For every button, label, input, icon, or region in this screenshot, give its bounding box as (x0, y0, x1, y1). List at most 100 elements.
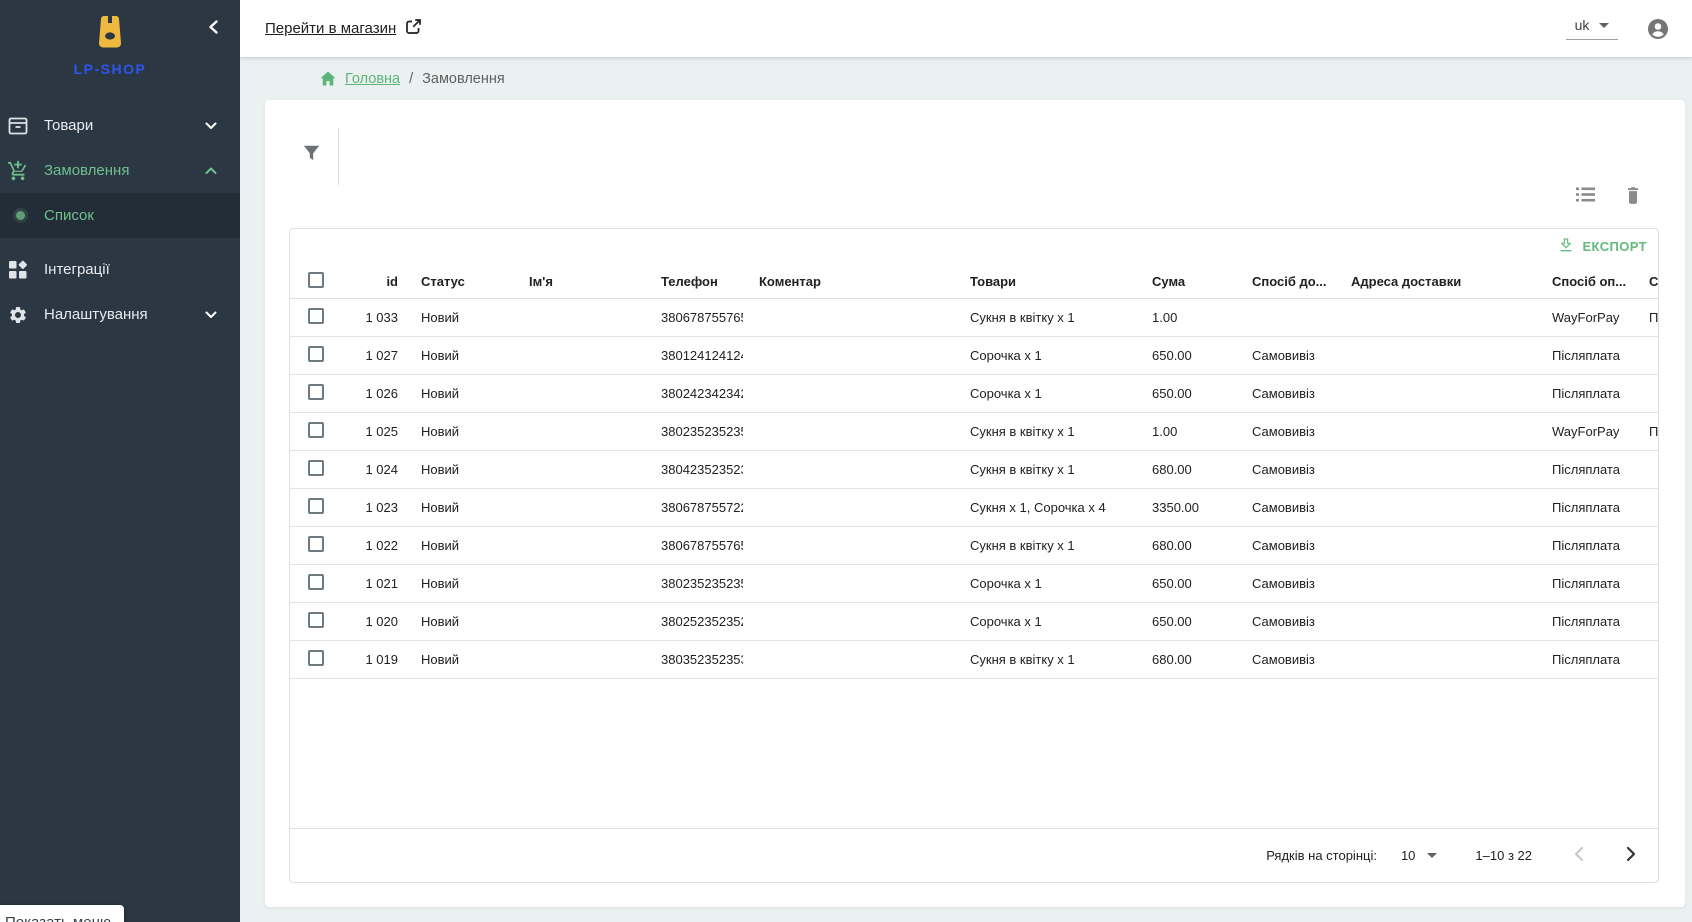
table-row: 1 033Новий380678755765Сукня в квітку x 1… (290, 298, 1659, 336)
cell-address (1335, 640, 1536, 678)
cell-name (513, 450, 645, 488)
cell-comment (743, 488, 954, 526)
row-checkbox[interactable] (308, 422, 324, 438)
cell-sum: 3350.00 (1136, 488, 1236, 526)
rows-per-page-select[interactable]: 10 (1401, 848, 1437, 863)
sidebar-item-orders-list[interactable]: Список (0, 193, 240, 238)
cell-products: Сукня в квітку x 1 (954, 640, 1136, 678)
sidebar: LP-SHOP Товари Замовлення Список (0, 0, 240, 922)
cell-comment (743, 336, 954, 374)
row-checkbox[interactable] (308, 384, 324, 400)
row-checkbox[interactable] (308, 612, 324, 628)
account-avatar-icon[interactable] (1646, 17, 1670, 41)
row-checkbox[interactable] (308, 346, 324, 362)
cell-address (1335, 298, 1536, 336)
chevron-down-icon (205, 306, 217, 324)
cell-phone: 380678755765 (645, 526, 743, 564)
cell-phone: 380252352352 (645, 602, 743, 640)
cell-sum: 680.00 (1136, 640, 1236, 678)
main-area: Перейти в магазин uk Головна / Замовленн… (240, 0, 1692, 922)
language-select[interactable]: uk (1566, 17, 1618, 40)
list-icon (1576, 187, 1595, 205)
cell-products: Сукня в квітку x 1 (954, 450, 1136, 488)
row-checkbox-cell (290, 602, 341, 640)
row-checkbox[interactable] (308, 650, 324, 666)
row-checkbox[interactable] (308, 536, 324, 552)
delete-button[interactable] (1621, 184, 1645, 208)
table-row: 1 025Новий380235235235Сукня в квітку x 1… (290, 412, 1659, 450)
column-header-name: Ім'я (513, 265, 645, 298)
cell-comment (743, 374, 954, 412)
filter-button[interactable] (297, 140, 325, 168)
cell-payment: Післяплата (1536, 602, 1633, 640)
previous-page-button[interactable] (1566, 843, 1592, 869)
pagination-range: 1–10 з 22 (1475, 848, 1532, 863)
cell-delivery: Самовивіз (1236, 336, 1335, 374)
row-checkbox[interactable] (308, 308, 324, 324)
sidebar-item-integrations[interactable]: Інтеграції (0, 247, 240, 292)
active-dot-icon (6, 204, 30, 228)
export-button[interactable]: ЕКСПОРТ (1558, 237, 1647, 256)
row-checkbox[interactable] (308, 460, 324, 476)
go-to-store-link[interactable]: Перейти в магазин (265, 18, 422, 39)
row-checkbox[interactable] (308, 498, 324, 514)
cell-delivery: Самовивіз (1236, 564, 1335, 602)
cell-payment_status: Пі (1633, 412, 1659, 450)
sidebar-item-orders[interactable]: Замовлення (0, 148, 240, 193)
cell-payment_status (1633, 488, 1659, 526)
cell-phone: 380235235235 (645, 564, 743, 602)
row-checkbox[interactable] (308, 574, 324, 590)
row-checkbox-cell (290, 450, 341, 488)
column-header-delivery: Спосіб до... (1236, 265, 1335, 298)
breadcrumb-current: Замовлення (422, 71, 505, 87)
cell-payment_status: Пі (1633, 298, 1659, 336)
cell-status: Новий (405, 488, 513, 526)
column-header-status: Статус (405, 265, 513, 298)
sidebar-collapse-button[interactable] (200, 14, 228, 42)
row-checkbox-cell (290, 412, 341, 450)
cell-address (1335, 374, 1536, 412)
export-label: ЕКСПОРТ (1582, 239, 1647, 254)
cell-comment (743, 450, 954, 488)
column-list-button[interactable] (1573, 184, 1597, 208)
row-checkbox-cell (290, 640, 341, 678)
cell-sum: 650.00 (1136, 374, 1236, 412)
cell-address (1335, 564, 1536, 602)
show-menu-tooltip: Показать меню (0, 905, 124, 922)
cell-id: 1 022 (341, 526, 405, 564)
select-all-checkbox[interactable] (308, 272, 324, 288)
cell-payment: Післяплата (1536, 450, 1633, 488)
breadcrumb-home-link[interactable]: Головна (345, 71, 400, 87)
breadcrumb-separator: / (409, 71, 413, 87)
products-box-icon (6, 114, 30, 138)
cell-address (1335, 336, 1536, 374)
sidebar-item-label: Налаштування (44, 306, 205, 323)
cell-delivery: Самовивіз (1236, 450, 1335, 488)
cell-payment: Післяплата (1536, 526, 1633, 564)
cell-sum: 680.00 (1136, 450, 1236, 488)
cell-status: Новий (405, 412, 513, 450)
cell-phone: 380242342342 (645, 374, 743, 412)
cell-payment_status (1633, 640, 1659, 678)
cell-phone: 380124124124 (645, 336, 743, 374)
sidebar-item-products[interactable]: Товари (0, 103, 240, 148)
cell-sum: 650.00 (1136, 602, 1236, 640)
next-page-button[interactable] (1618, 843, 1644, 869)
sidebar-item-settings[interactable]: Налаштування (0, 292, 240, 337)
rows-per-page-value: 10 (1401, 848, 1415, 863)
integrations-dashboard-icon (6, 258, 30, 282)
cell-address (1335, 412, 1536, 450)
cell-sum: 680.00 (1136, 526, 1236, 564)
chevron-right-icon (1625, 846, 1637, 865)
rows-per-page-label: Рядків на сторінці: (1266, 848, 1377, 863)
sidebar-item-label: Товари (44, 117, 205, 134)
cell-products: Сорочка x 1 (954, 602, 1136, 640)
caret-down-icon (1599, 23, 1609, 28)
sidebar-item-label: Інтеграції (44, 261, 217, 278)
cell-payment_status (1633, 450, 1659, 488)
cell-name (513, 602, 645, 640)
cell-sum: 650.00 (1136, 336, 1236, 374)
cell-comment (743, 412, 954, 450)
cell-payment: WayForPay (1536, 412, 1633, 450)
cell-delivery: Самовивіз (1236, 526, 1335, 564)
